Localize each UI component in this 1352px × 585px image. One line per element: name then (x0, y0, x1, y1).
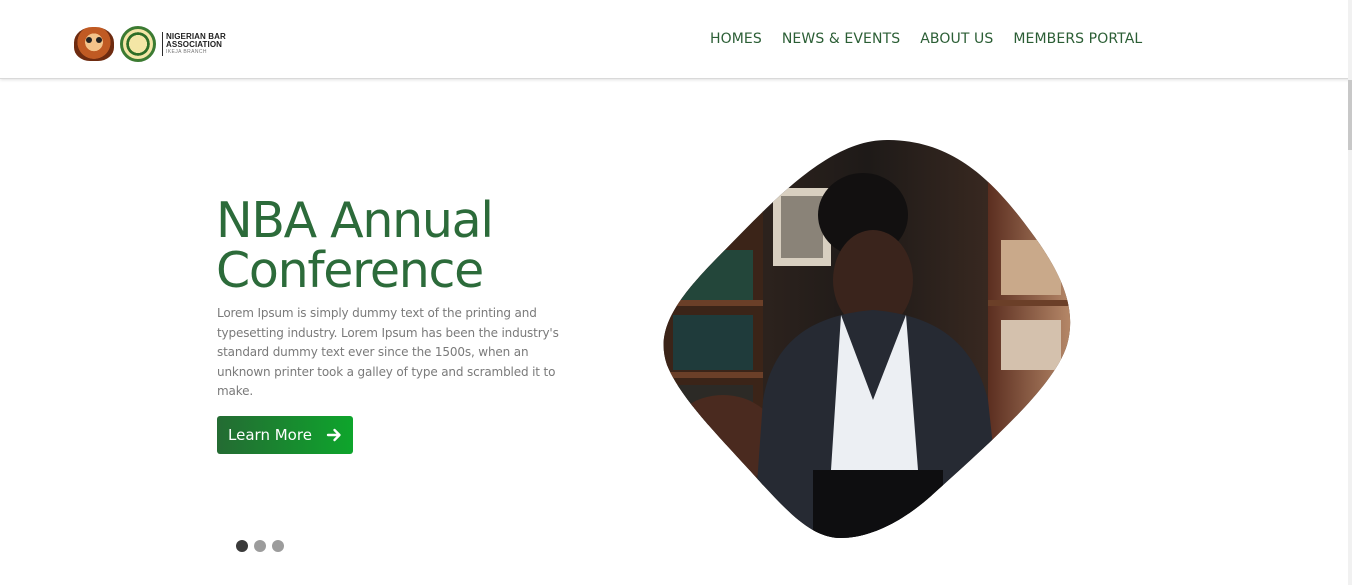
logo-line-3: IKEJA BRANCH (166, 49, 207, 55)
learn-more-button[interactable]: Learn More (217, 416, 353, 454)
nav-item-homes[interactable]: HOMES (710, 31, 762, 47)
slider-dots (236, 540, 284, 552)
logo-divider (162, 32, 163, 56)
slider-dot-3[interactable] (272, 540, 284, 552)
logo-text: NIGERIAN BAR ASSOCIATION IKEJA BRANCH (166, 33, 226, 55)
page-scrollbar[interactable] (1348, 0, 1352, 585)
hero-image (663, 140, 1071, 538)
scrollbar-thumb[interactable] (1348, 80, 1352, 150)
slider-dot-1[interactable] (236, 540, 248, 552)
site-header: NIGERIAN BAR ASSOCIATION IKEJA BRANCH HO… (0, 0, 1352, 79)
hero-title-line-1: NBA Annual (216, 192, 494, 249)
nav-item-news-events[interactable]: NEWS & EVENTS (782, 31, 900, 47)
hero-title: NBA Annual Conference (216, 196, 576, 296)
main-nav: HOMES NEWS & EVENTS ABOUT US MEMBERS POR… (710, 31, 1162, 47)
arrow-right-icon (326, 428, 341, 442)
hero-description: Lorem Ipsum is simply dummy text of the … (217, 306, 559, 398)
learn-more-label: Learn More (228, 426, 312, 444)
nba-seal-icon (120, 26, 156, 62)
hero-title-line-2: Conference (216, 242, 484, 299)
slider-dot-2[interactable] (254, 540, 266, 552)
tiger-mascot-icon (74, 27, 114, 61)
hero-photo (663, 140, 1071, 538)
nav-item-members-portal[interactable]: MEMBERS PORTAL (1013, 31, 1142, 47)
nav-item-about-us[interactable]: ABOUT US (920, 31, 993, 47)
logo-line-2: ASSOCIATION (166, 40, 223, 49)
site-logo[interactable]: NIGERIAN BAR ASSOCIATION IKEJA BRANCH (74, 26, 226, 62)
